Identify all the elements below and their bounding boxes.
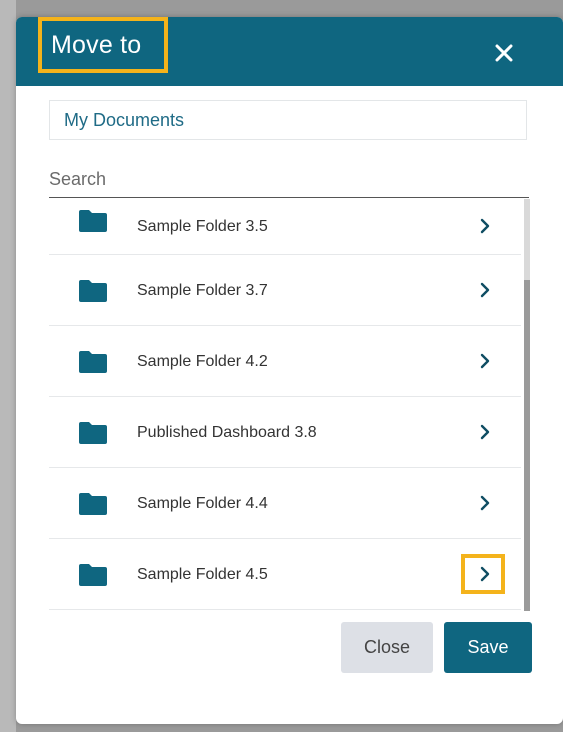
close-button[interactable]: Close bbox=[341, 622, 433, 673]
folder-label: Sample Folder 4.5 bbox=[137, 566, 268, 583]
dialog-header: Move to bbox=[16, 17, 563, 86]
folder-list: Sample Folder 3.5 Sample Folder 3.7 Samp… bbox=[49, 198, 521, 611]
chevron-right-icon[interactable] bbox=[474, 419, 496, 445]
breadcrumb[interactable]: My Documents bbox=[49, 100, 527, 140]
dialog-title: Move to bbox=[51, 31, 142, 59]
chevron-right-icon[interactable] bbox=[474, 213, 496, 239]
chevron-right-icon[interactable] bbox=[474, 348, 496, 374]
background-sidebar bbox=[0, 0, 16, 732]
list-item[interactable]: Sample Folder 4.5 bbox=[49, 539, 521, 610]
close-icon[interactable] bbox=[490, 39, 518, 67]
folder-label: Sample Folder 3.7 bbox=[137, 282, 268, 299]
scrollbar-thumb[interactable] bbox=[524, 280, 530, 611]
chevron-right-icon[interactable] bbox=[474, 490, 496, 516]
folder-label: Sample Folder 4.2 bbox=[137, 353, 268, 370]
folder-icon bbox=[79, 280, 107, 302]
list-item[interactable]: Sample Folder 4.4 bbox=[49, 468, 521, 539]
folder-icon bbox=[79, 422, 107, 444]
move-to-dialog: Move to My Documents Sample Folder 3.5 S… bbox=[16, 17, 563, 724]
folder-label: Sample Folder 3.5 bbox=[137, 218, 268, 235]
list-item[interactable]: Sample Folder 3.5 bbox=[49, 198, 521, 255]
list-item[interactable]: Sample Folder 3.7 bbox=[49, 255, 521, 326]
folder-icon bbox=[79, 564, 107, 586]
folder-icon bbox=[79, 210, 107, 232]
search-input[interactable] bbox=[49, 162, 529, 198]
folder-label: Published Dashboard 3.8 bbox=[137, 424, 317, 441]
list-item[interactable]: Sample Folder 4.2 bbox=[49, 326, 521, 397]
folder-icon bbox=[79, 493, 107, 515]
folder-icon bbox=[79, 351, 107, 373]
list-item[interactable]: Published Dashboard 3.8 bbox=[49, 397, 521, 468]
folder-label: Sample Folder 4.4 bbox=[137, 495, 268, 512]
save-button[interactable]: Save bbox=[444, 622, 532, 673]
chevron-right-icon[interactable] bbox=[474, 277, 496, 303]
chevron-right-icon[interactable] bbox=[474, 561, 496, 587]
